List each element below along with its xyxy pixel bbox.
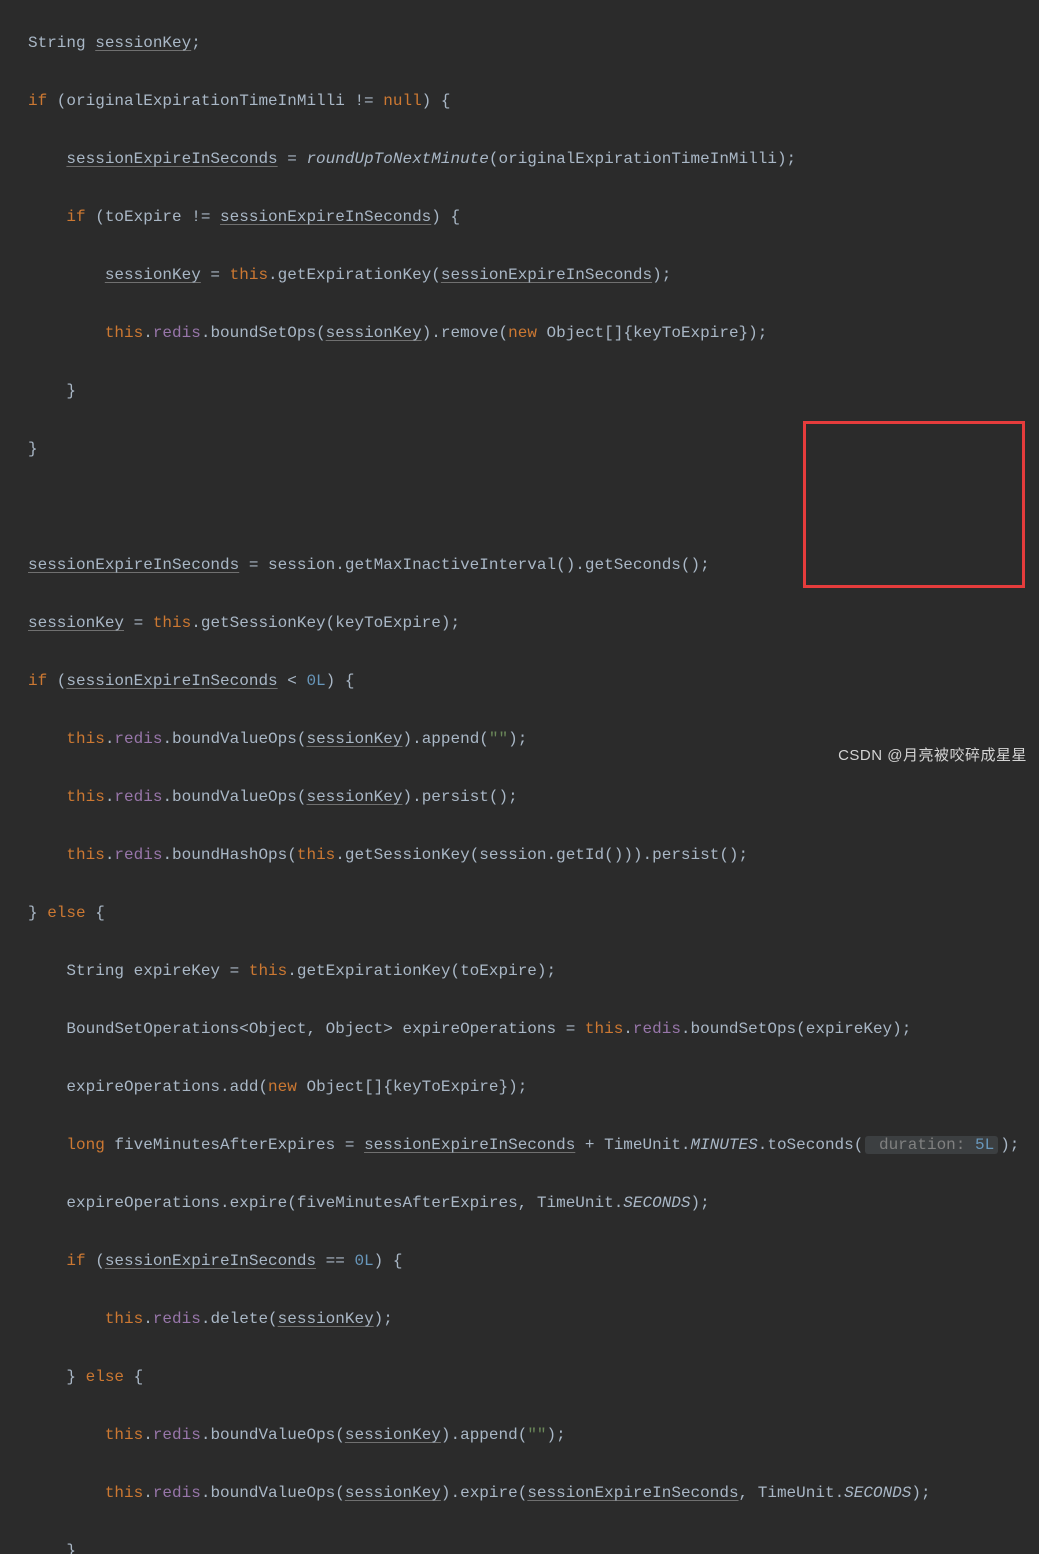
code-line: this.redis.boundValueOps(sessionKey).app… xyxy=(28,1421,1039,1450)
code-line: sessionExpireInSeconds = session.getMaxI… xyxy=(28,551,1039,580)
code-line: } xyxy=(28,1537,1039,1554)
code-line: this.redis.boundSetOps(sessionKey).remov… xyxy=(28,319,1039,348)
code-line: BoundSetOperations<Object, Object> expir… xyxy=(28,1015,1039,1044)
code-line: if (sessionExpireInSeconds < 0L) { xyxy=(28,667,1039,696)
watermark-text: CSDN @月亮被咬碎成星星 xyxy=(838,741,1027,770)
code-line: String expireKey = this.getExpirationKey… xyxy=(28,957,1039,986)
code-line: this.redis.boundValueOps(sessionKey).per… xyxy=(28,783,1039,812)
code-editor[interactable]: String sessionKey; if (originalExpiratio… xyxy=(28,0,1039,1554)
code-line: expireOperations.expire(fiveMinutesAfter… xyxy=(28,1189,1039,1218)
code-line: } else { xyxy=(28,899,1039,928)
inline-hint: duration: 5L xyxy=(865,1136,998,1154)
code-line: expireOperations.add(new Object[]{keyToE… xyxy=(28,1073,1039,1102)
code-line: } else { xyxy=(28,1363,1039,1392)
code-line: sessionExpireInSeconds = roundUpToNextMi… xyxy=(28,145,1039,174)
code-line: String sessionKey; xyxy=(28,29,1039,58)
code-line: } xyxy=(28,435,1039,464)
code-line: if (originalExpirationTimeInMilli != nul… xyxy=(28,87,1039,116)
code-line: } xyxy=(28,377,1039,406)
code-line: if (sessionExpireInSeconds == 0L) { xyxy=(28,1247,1039,1276)
code-line: long fiveMinutesAfterExpires = sessionEx… xyxy=(28,1131,1039,1160)
code-line: sessionKey = this.getSessionKey(keyToExp… xyxy=(28,609,1039,638)
code-line: sessionKey = this.getExpirationKey(sessi… xyxy=(28,261,1039,290)
code-line: this.redis.delete(sessionKey); xyxy=(28,1305,1039,1334)
code-line: this.redis.boundValueOps(sessionKey).exp… xyxy=(28,1479,1039,1508)
code-line: this.redis.boundHashOps(this.getSessionK… xyxy=(28,841,1039,870)
code-line xyxy=(28,493,1039,522)
code-line: if (toExpire != sessionExpireInSeconds) … xyxy=(28,203,1039,232)
